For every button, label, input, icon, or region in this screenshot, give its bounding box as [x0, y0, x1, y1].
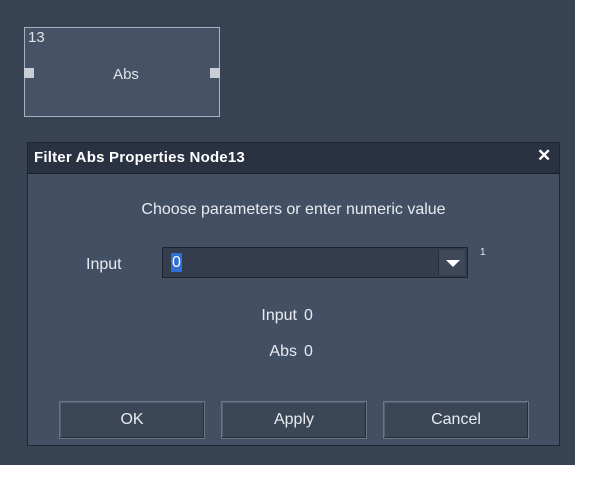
instruction-text: Choose parameters or enter numeric value: [141, 201, 446, 218]
properties-dialog: Filter Abs Properties Node13 ✕ Choose pa…: [27, 142, 560, 446]
dropdown-button[interactable]: [438, 250, 465, 275]
ok-button[interactable]: OK: [59, 401, 205, 439]
abs-filter-node[interactable]: 13 Abs: [24, 27, 220, 117]
dialog-titlebar[interactable]: Filter Abs Properties Node13 ✕: [28, 143, 559, 174]
chevron-down-icon: [446, 260, 460, 267]
graph-canvas[interactable]: 13 Abs Filter Abs Properties Node13 ✕ Ch…: [0, 0, 575, 465]
close-icon[interactable]: ✕: [537, 147, 551, 164]
input-combobox-value[interactable]: 0: [171, 253, 182, 272]
info-row-input: Input 0: [28, 307, 561, 329]
info-label: Input: [261, 307, 297, 324]
cancel-button[interactable]: Cancel: [383, 401, 529, 439]
info-value: 0: [304, 307, 313, 324]
input-field-label: Input: [86, 256, 122, 273]
info-row-abs: Abs 0: [28, 343, 561, 365]
apply-button[interactable]: Apply: [221, 401, 367, 439]
info-value: 0: [304, 343, 313, 360]
input-combobox[interactable]: 0: [162, 247, 468, 278]
node-id-label: 13: [28, 29, 45, 46]
node-title: Abs: [113, 66, 139, 83]
dialog-title: Filter Abs Properties Node13: [34, 149, 245, 166]
info-label: Abs: [269, 343, 297, 360]
input-index-superscript: 1: [480, 247, 486, 258]
